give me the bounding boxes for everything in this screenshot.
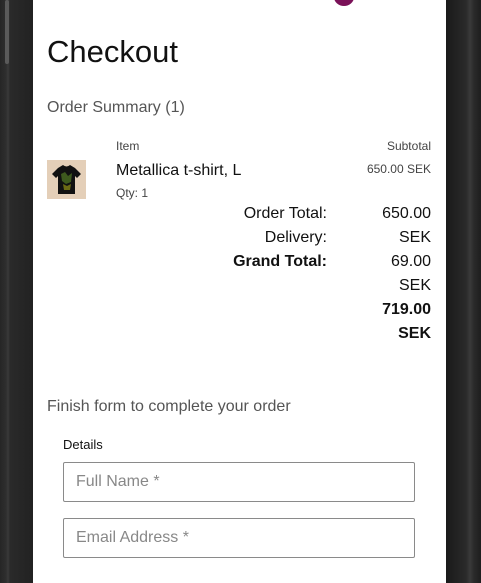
delivery-label: Delivery:	[264, 229, 327, 246]
column-header-item: Item	[116, 139, 140, 153]
totals-value-line: SEK	[398, 325, 431, 342]
product-thumbnail[interactable]	[47, 160, 86, 199]
tshirt-icon	[47, 160, 86, 199]
product-subtotal: 650.00 SEK	[366, 162, 431, 176]
checkout-page: Checkout Order Summary (1) Item Subtotal…	[33, 0, 446, 583]
totals-value-line: SEK	[398, 229, 431, 246]
product-quantity: Qty: 1	[116, 186, 149, 200]
page-title: Checkout	[47, 34, 178, 69]
cart-count-badge[interactable]	[334, 0, 354, 6]
form-prompt: Finish form to complete your order	[47, 398, 291, 415]
device-frame-right	[446, 0, 481, 583]
product-name[interactable]: Metallica t-shirt, L	[116, 162, 241, 180]
full-name-input[interactable]	[63, 462, 415, 502]
scrollbar-thumb[interactable]	[5, 0, 9, 64]
totals-value-line: SEK	[398, 277, 431, 294]
grand-total-label: Grand Total:	[233, 253, 327, 270]
totals-value-line: 650.00	[382, 205, 431, 222]
column-header-subtotal: Subtotal	[386, 139, 431, 153]
device-frame-left	[0, 0, 33, 583]
order-summary-heading: Order Summary (1)	[47, 99, 185, 116]
order-total-label: Order Total:	[243, 205, 327, 222]
totals-value-line: 69.00	[390, 253, 431, 270]
details-section-label: Details	[63, 437, 103, 452]
email-address-input[interactable]	[63, 518, 415, 558]
totals-value-line: 719.00	[382, 301, 431, 318]
